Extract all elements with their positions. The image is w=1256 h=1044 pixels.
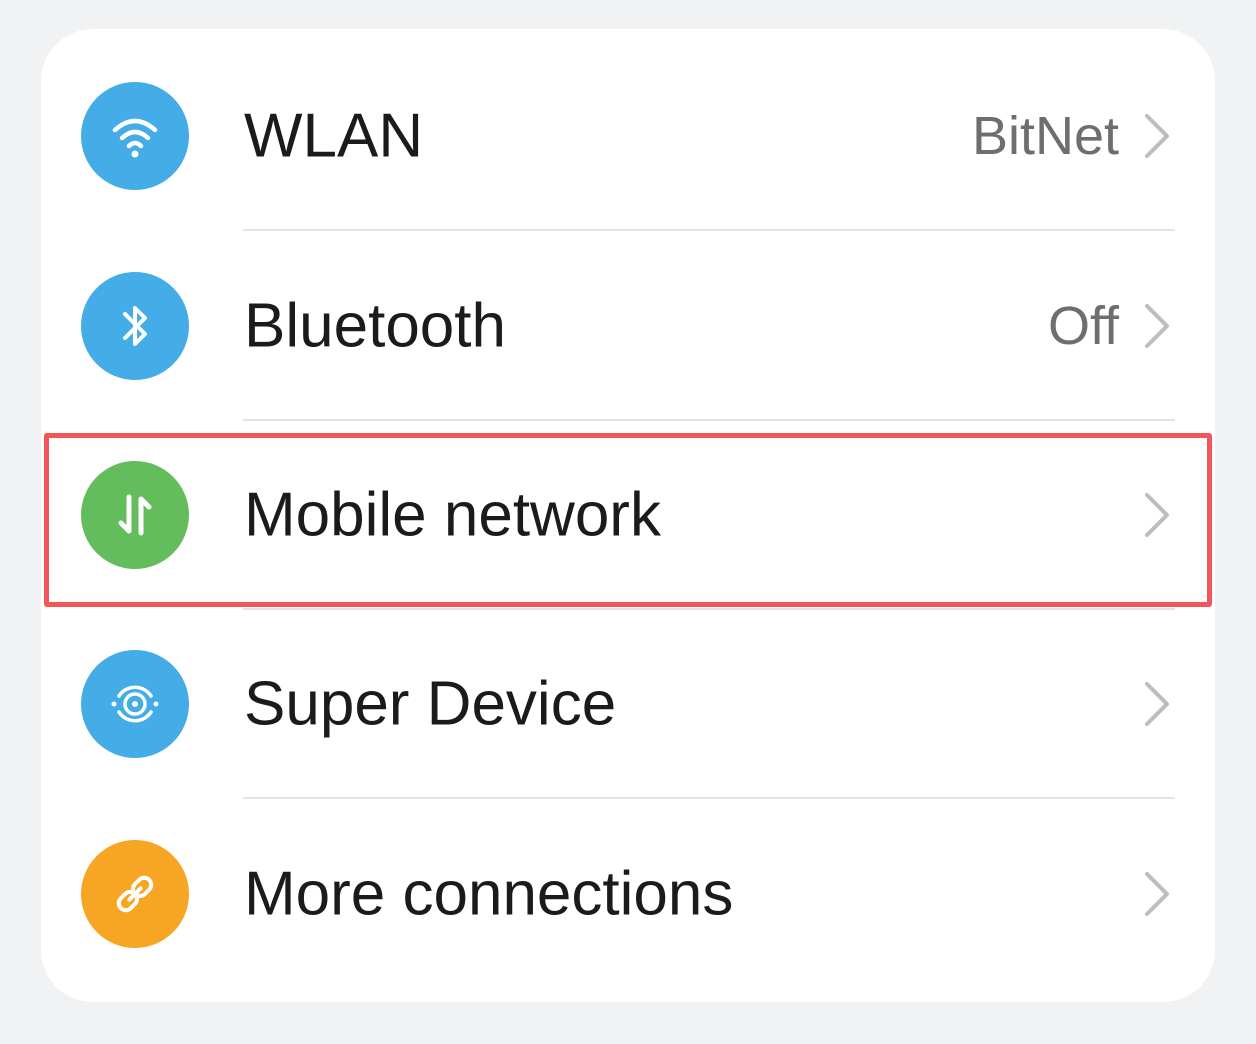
chevron-right-icon <box>1143 870 1171 918</box>
super-device-icon <box>81 650 189 758</box>
bluetooth-row[interactable]: Bluetooth Off <box>41 231 1215 421</box>
super-device-row[interactable]: Super Device <box>41 609 1215 799</box>
bluetooth-status-value: Off <box>1047 295 1119 356</box>
wlan-row[interactable]: WLAN BitNet <box>41 41 1215 231</box>
connections-settings-card: WLAN BitNet Bluetooth Off Mobile network <box>41 29 1215 1002</box>
mobile-network-label: Mobile network <box>244 480 661 549</box>
bluetooth-icon <box>81 272 189 380</box>
bluetooth-label: Bluetooth <box>244 291 506 360</box>
wlan-network-value: BitNet <box>971 105 1119 166</box>
chevron-right-icon <box>1143 112 1171 160</box>
wifi-icon <box>81 82 189 190</box>
chevron-right-icon <box>1143 680 1171 728</box>
super-device-label: Super Device <box>244 669 617 738</box>
mobile-network-row[interactable]: Mobile network <box>41 420 1215 610</box>
link-icon <box>81 840 189 948</box>
chevron-right-icon <box>1143 302 1171 350</box>
mobile-data-icon <box>81 461 189 569</box>
more-connections-label: More connections <box>244 859 734 928</box>
more-connections-row[interactable]: More connections <box>41 799 1215 988</box>
chevron-right-icon <box>1143 491 1171 539</box>
wlan-label: WLAN <box>244 101 424 170</box>
